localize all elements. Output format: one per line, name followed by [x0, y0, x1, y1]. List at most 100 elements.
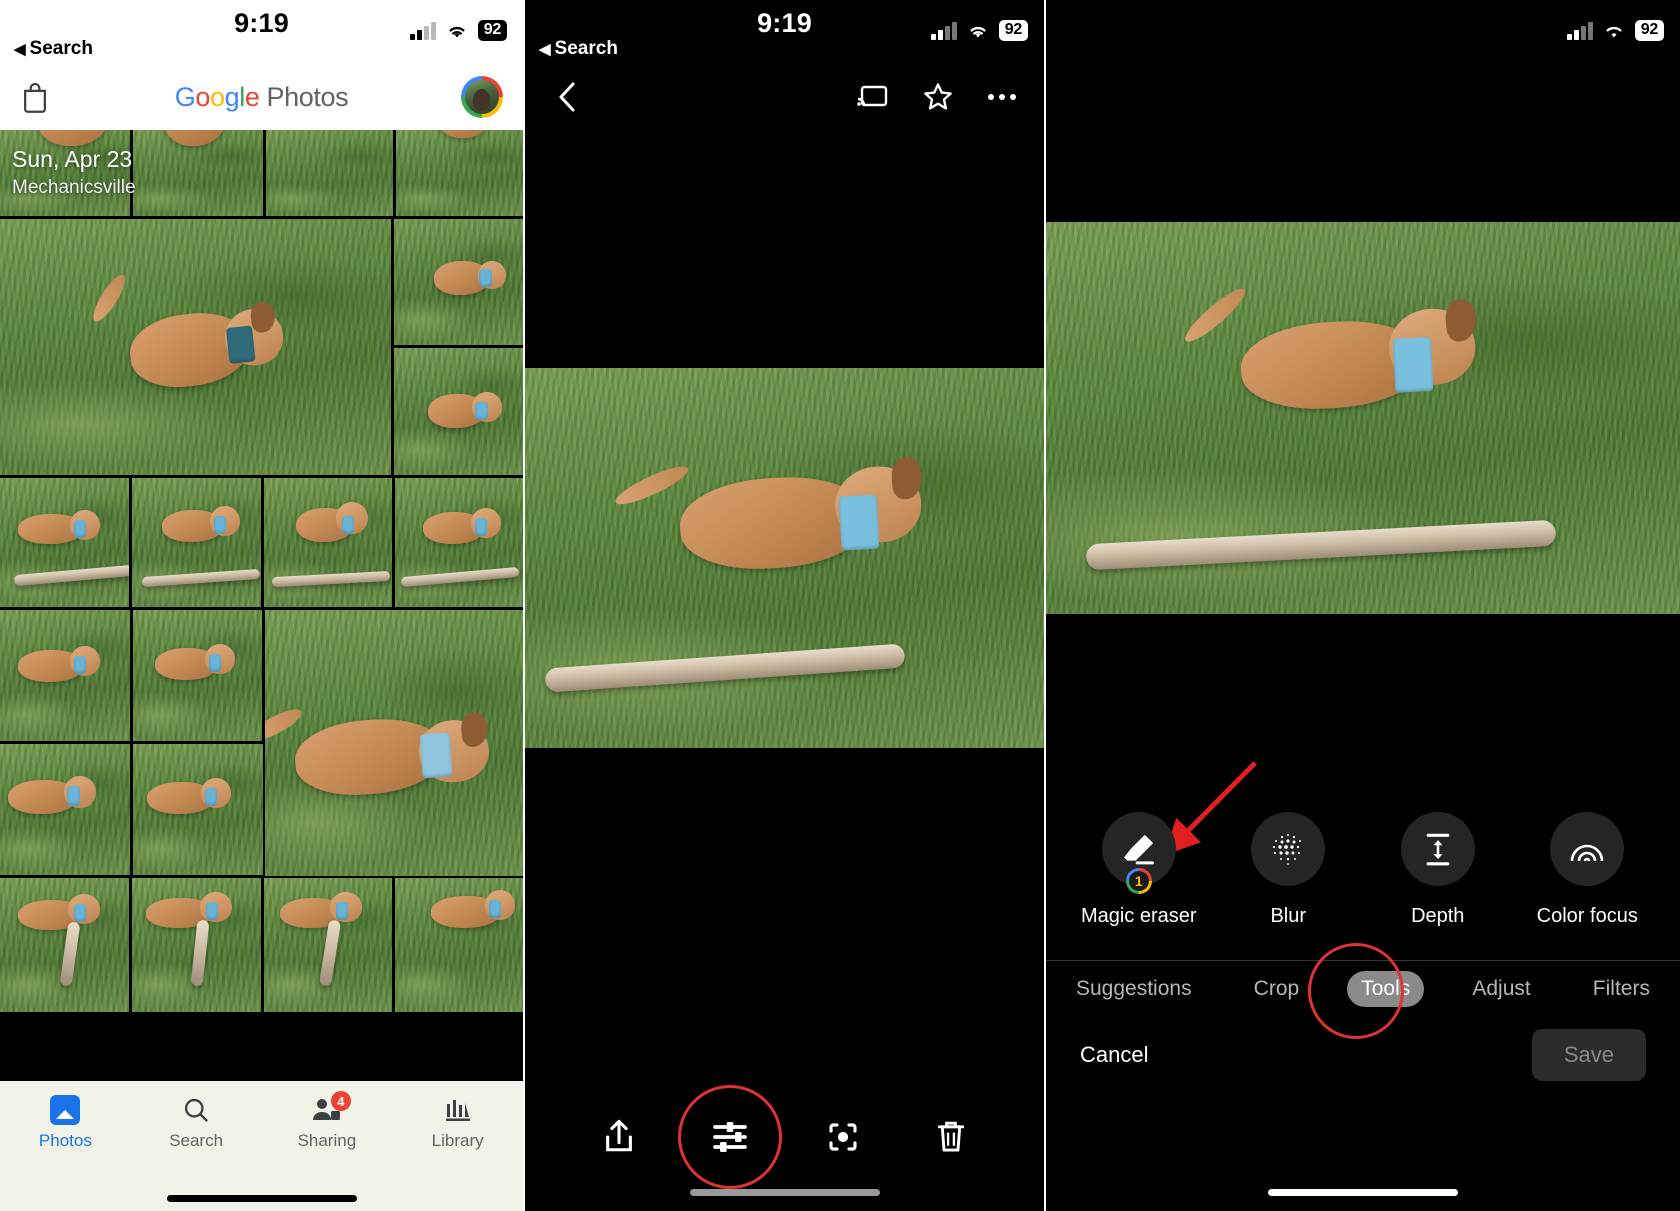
photo-thumbnail[interactable] — [264, 878, 392, 1012]
photo-thumbnail-large[interactable] — [0, 219, 391, 475]
magic-eraser-count: 1 — [1128, 871, 1149, 891]
back-triangle-icon: ◀ — [539, 40, 551, 58]
color-focus-icon — [1550, 812, 1625, 886]
app-title: Google Photos — [0, 82, 523, 113]
photo-grid: Sun, Apr 23 Mechanicsville — [0, 130, 523, 1081]
bottom-navigation: Photos Search 4 Sharing Library — [0, 1081, 523, 1211]
panel-photo-editor: 92 1 Magic eraser Blur Depth Color focus… — [1046, 0, 1680, 1211]
tool-label-magic-eraser: Magic eraser — [1080, 905, 1197, 927]
save-button[interactable]: Save — [1531, 1029, 1646, 1081]
nav-item-sharing[interactable]: 4 Sharing — [262, 1091, 393, 1151]
tool-label-blur: Blur — [1270, 905, 1307, 927]
photo-thumbnail[interactable] — [264, 478, 392, 607]
tool-label-depth: Depth — [1411, 905, 1465, 927]
magic-eraser-count-badge: 1 — [1125, 868, 1152, 894]
photo-thumbnail[interactable] — [395, 478, 523, 607]
photo-thumbnail[interactable] — [0, 478, 129, 607]
photo-thumbnail-large[interactable] — [265, 610, 523, 876]
viewer-top-bar — [525, 64, 1044, 130]
grid-date: Sun, Apr 23 — [12, 146, 133, 172]
grid-date-header: Sun, Apr 23 Mechanicsville — [12, 146, 136, 199]
nav-label-library: Library — [431, 1131, 484, 1150]
lens-button[interactable] — [825, 1119, 861, 1155]
cast-icon[interactable] — [856, 83, 888, 111]
tab-adjust[interactable]: Adjust — [1458, 971, 1544, 1007]
status-bar: 9:19 ◀ Search 92 — [525, 0, 1044, 64]
nav-item-library[interactable]: Library — [392, 1095, 523, 1151]
tool-blur[interactable]: Blur — [1223, 812, 1353, 928]
logo-letter-g2: g — [224, 81, 240, 112]
tab-filters[interactable]: Filters — [1579, 971, 1664, 1007]
sharing-icon: 4 — [311, 1091, 351, 1125]
edit-button[interactable] — [678, 1085, 783, 1189]
tool-magic-eraser[interactable]: 1 Magic eraser — [1074, 812, 1204, 928]
tab-tools[interactable]: Tools — [1347, 970, 1425, 1007]
logo-word-photos: Photos — [266, 81, 349, 112]
library-icon — [443, 1095, 473, 1125]
depth-icon — [1400, 812, 1475, 886]
tool-color-focus[interactable]: Color focus — [1522, 812, 1652, 928]
avatar-image — [465, 80, 499, 114]
grid-row — [0, 478, 523, 607]
tool-depth[interactable]: Depth — [1373, 812, 1503, 928]
cellular-bars-icon — [410, 21, 436, 40]
sharing-badge: 4 — [330, 1091, 351, 1111]
nav-label-sharing: Sharing — [297, 1131, 357, 1150]
status-bar: 9:19 ◀ Search 92 — [0, 0, 523, 64]
cellular-bars-icon — [931, 21, 957, 40]
home-indicator — [0, 1185, 523, 1211]
cancel-button[interactable]: Cancel — [1080, 1042, 1148, 1068]
grid-row — [0, 610, 523, 876]
blur-dots-icon — [1251, 812, 1326, 886]
photo-thumbnail[interactable] — [0, 878, 129, 1012]
status-bar: 92 — [1046, 0, 1680, 64]
photo-thumbnail[interactable] — [133, 744, 263, 875]
editor-action-bar: Cancel Save — [1046, 1024, 1680, 1086]
battery-percent: 92 — [1634, 20, 1664, 41]
back-triangle-icon: ◀ — [14, 40, 26, 58]
editor-tab-bar: Suggestions Crop Tools Adjust Filters — [1046, 943, 1680, 1039]
nav-item-photos[interactable]: Photos — [0, 1095, 131, 1151]
more-options-icon[interactable] — [988, 94, 1016, 100]
status-back-label: Search — [29, 38, 93, 59]
photo-thumbnail[interactable] — [394, 348, 523, 475]
photo-thumbnail[interactable] — [132, 878, 261, 1012]
photo-thumbnail[interactable] — [0, 744, 130, 875]
status-back-label: Search — [554, 38, 618, 59]
grid-row: Sun, Apr 23 Mechanicsville — [0, 130, 523, 216]
photo-thumbnail[interactable] — [132, 130, 263, 216]
shopping-bag-icon[interactable] — [20, 81, 50, 113]
nav-item-search[interactable]: Search — [131, 1095, 262, 1151]
tab-suggestions[interactable]: Suggestions — [1062, 971, 1206, 1007]
photo-thumbnail[interactable] — [395, 878, 523, 1012]
photo-thumbnail[interactable] — [0, 610, 130, 741]
share-button[interactable] — [602, 1118, 636, 1156]
logo-letter-g: G — [174, 81, 196, 112]
editor-tools-row: 1 Magic eraser Blur Depth Color focus — [1046, 812, 1680, 952]
photo-thumbnail[interactable] — [395, 130, 523, 216]
photo-thumbnail[interactable] — [265, 130, 393, 216]
photos-icon — [50, 1095, 81, 1125]
home-indicator — [1046, 1179, 1680, 1205]
editor-photo-preview[interactable] — [1046, 222, 1680, 614]
status-back-to-search[interactable]: ◀ Search — [14, 38, 93, 60]
avatar[interactable] — [461, 76, 503, 118]
delete-button[interactable] — [935, 1118, 967, 1156]
wifi-icon — [449, 26, 465, 37]
status-indicators: 92 — [410, 20, 507, 41]
photo-viewer-image[interactable] — [525, 368, 1044, 748]
logo-letter-e: e — [244, 81, 260, 112]
photo-thumbnail[interactable] — [394, 219, 523, 345]
battery-percent: 92 — [998, 20, 1028, 41]
logo-letter-o1: o — [195, 81, 211, 112]
photo-thumbnail[interactable] — [132, 610, 262, 741]
battery-percent: 92 — [477, 20, 507, 41]
photo-thumbnail[interactable] — [132, 478, 261, 607]
status-back-to-search[interactable]: ◀ Search — [539, 38, 618, 60]
tab-crop[interactable]: Crop — [1240, 971, 1314, 1007]
chevron-left-icon[interactable] — [553, 80, 583, 114]
star-icon[interactable] — [922, 81, 954, 113]
home-indicator — [525, 1179, 1044, 1205]
grid-location: Mechanicsville — [12, 177, 136, 198]
logo-letter-o2: o — [210, 81, 225, 112]
